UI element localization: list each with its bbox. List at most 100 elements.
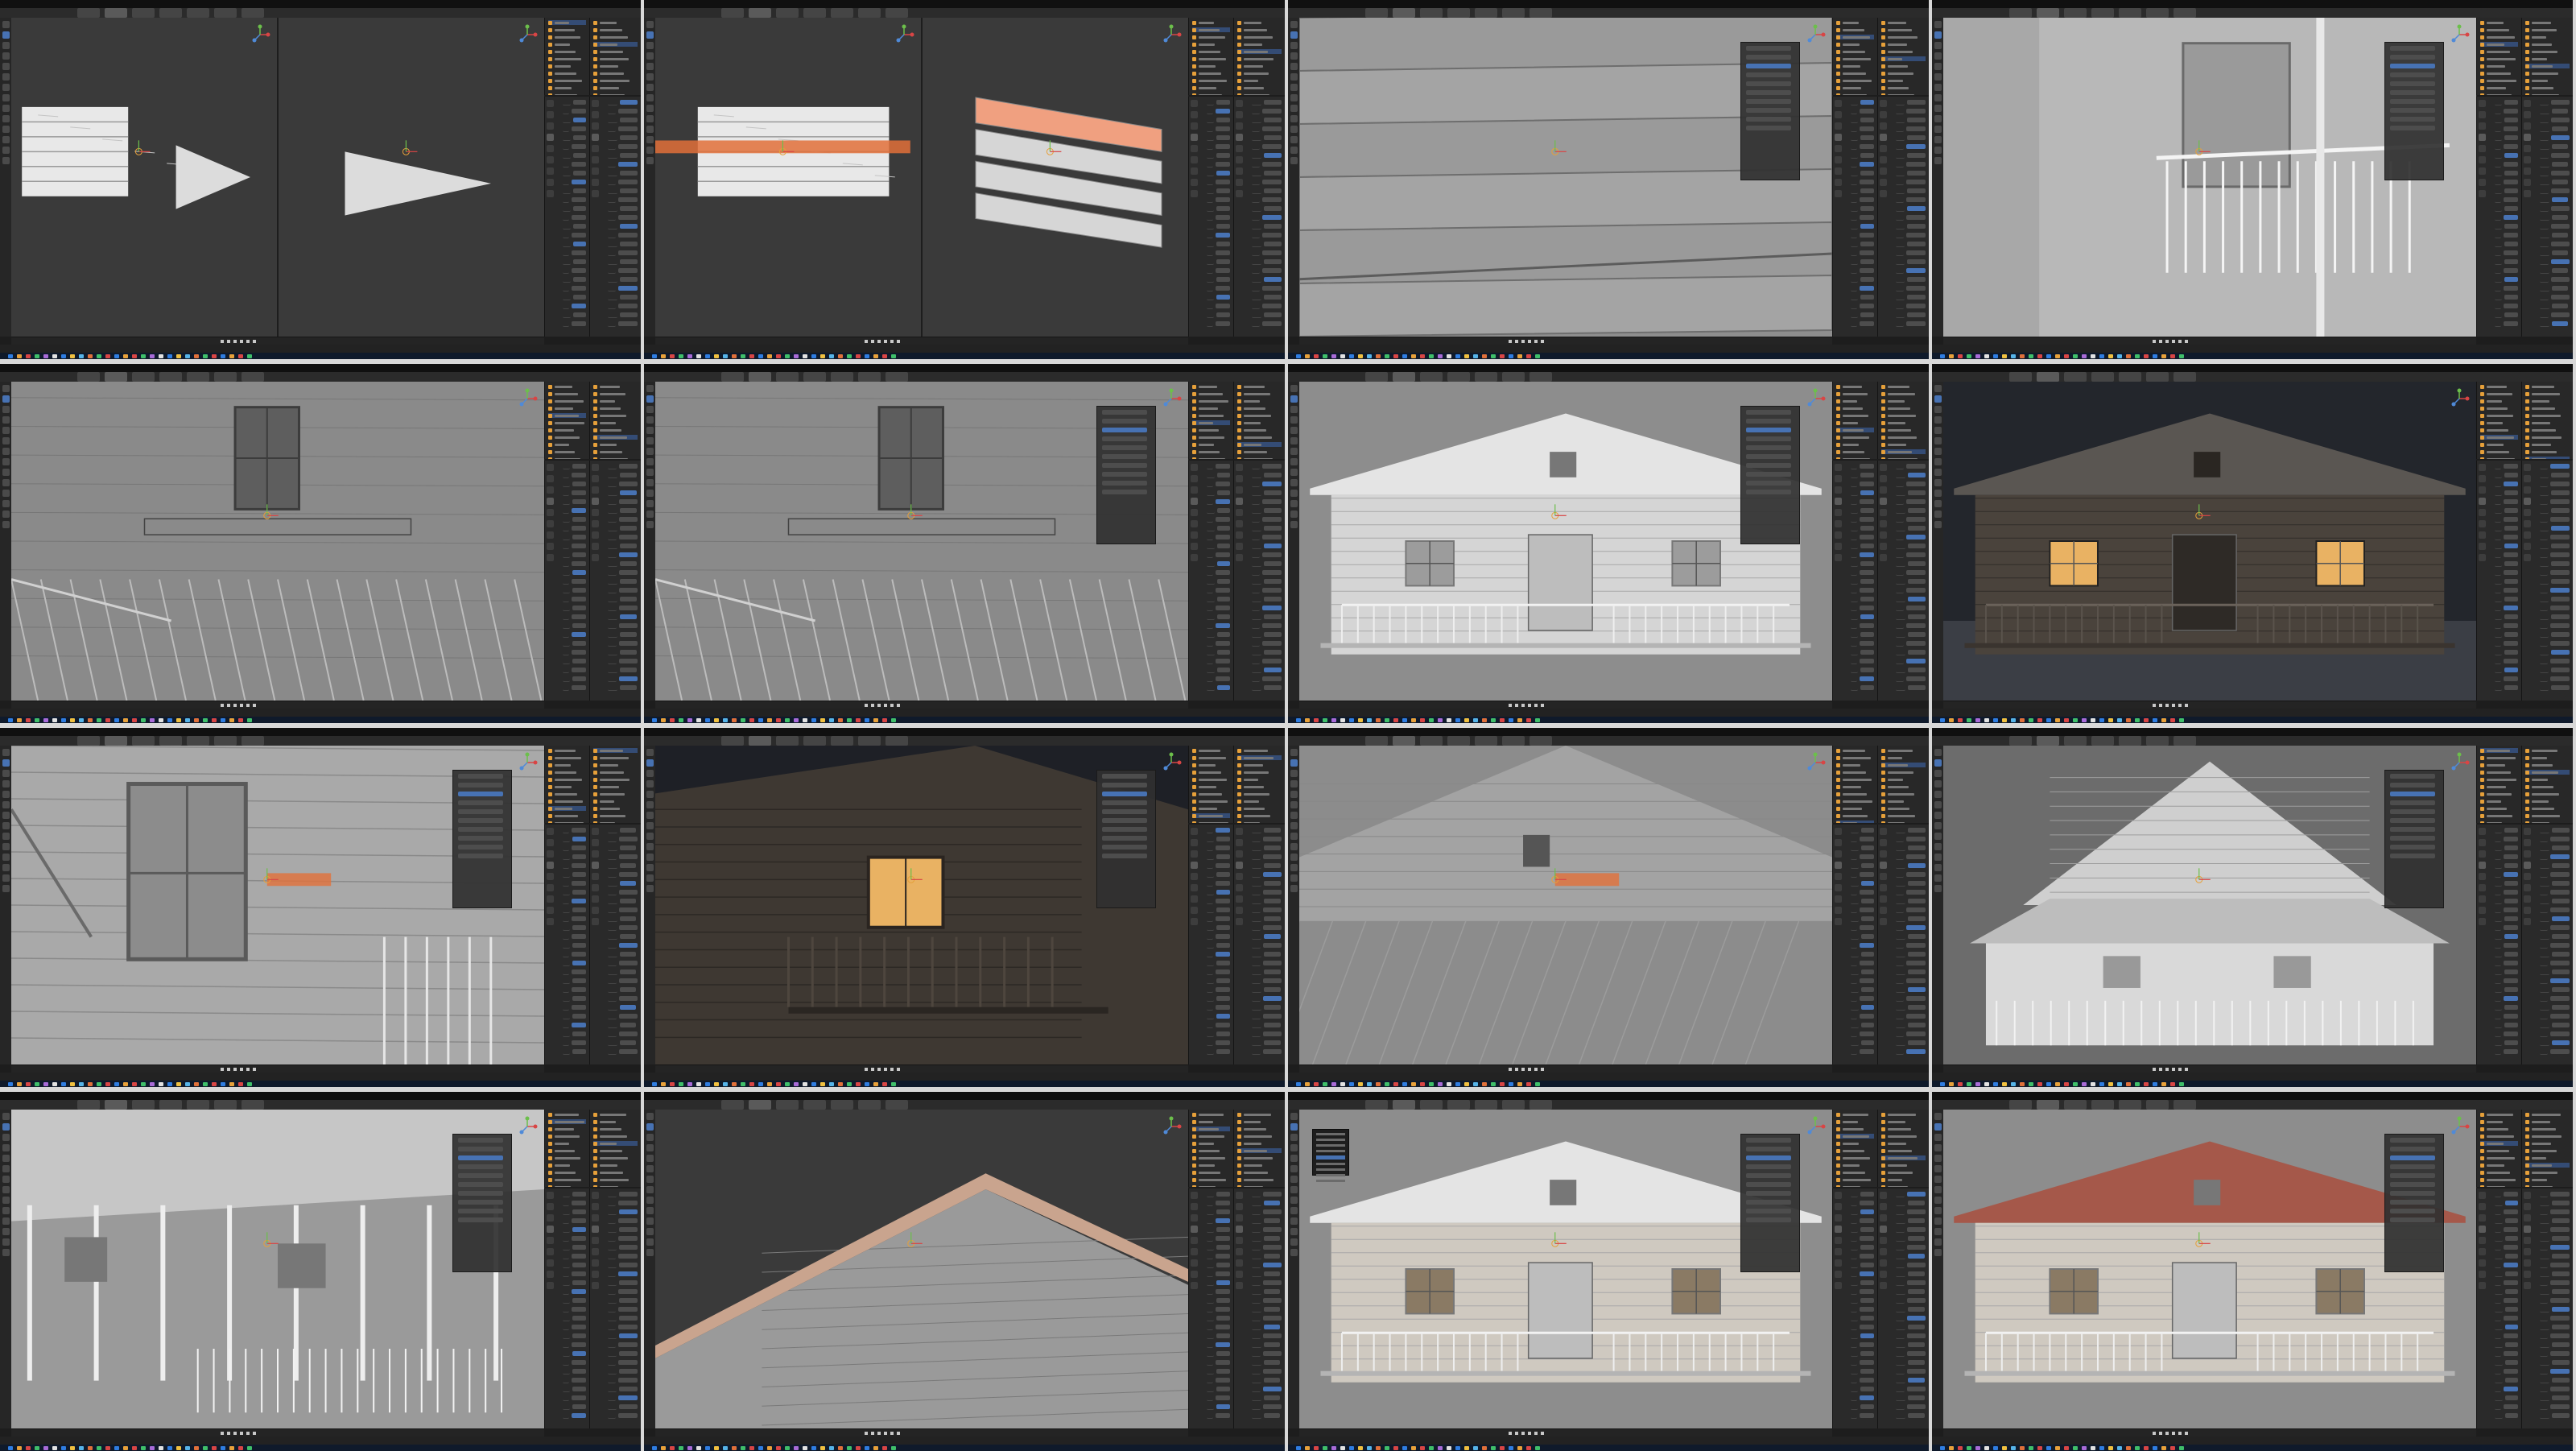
property-field[interactable] [2551,295,2570,300]
property-field[interactable] [619,606,638,610]
property-row[interactable] [608,224,638,229]
property-field[interactable] [620,118,638,122]
property-field[interactable] [2504,499,2518,504]
property-field[interactable] [2504,650,2518,655]
property-field[interactable] [1216,171,1230,176]
workspace-tab[interactable] [858,1100,881,1110]
outliner-row[interactable] [2525,806,2570,811]
playback-button[interactable] [871,1432,874,1435]
property-row[interactable] [1252,668,1282,673]
workspace-tab[interactable] [214,372,237,382]
property-field[interactable] [1264,206,1282,211]
property-row[interactable] [2540,676,2570,682]
tool-icon[interactable] [646,791,654,798]
outliner-row[interactable] [2480,49,2518,54]
property-field[interactable] [1908,561,1926,566]
tool-icon[interactable] [2,854,10,861]
outliner-row[interactable] [1237,792,1282,796]
property-field[interactable] [2504,561,2518,566]
property-row[interactable] [563,952,586,957]
outliner-row[interactable] [548,399,586,403]
property-row[interactable] [2495,606,2518,611]
property-row[interactable] [1252,242,1282,247]
taskbar-app-icon[interactable] [1429,1082,1434,1086]
transform-field[interactable] [1746,1209,1796,1214]
outliner-row[interactable] [1237,56,1282,61]
playback-button[interactable] [1509,704,1512,707]
property-field[interactable] [2551,224,2570,229]
property-field[interactable] [2552,215,2568,220]
property-row[interactable] [1207,863,1230,869]
property-row[interactable] [563,1263,586,1268]
taskbar-app-icon[interactable] [767,1082,772,1086]
properties-tab-icon[interactable] [1835,1226,1842,1233]
property-field[interactable] [618,1342,638,1347]
property-row[interactable] [608,1342,638,1348]
property-field[interactable] [1907,100,1926,105]
menu-item[interactable] [649,8,658,18]
taskbar-app-icon[interactable] [1455,1082,1460,1086]
property-field[interactable] [1216,215,1230,220]
outliner-row[interactable] [2525,64,2570,68]
outliner-row[interactable] [548,813,586,818]
property-field[interactable] [2504,890,2518,895]
property-row[interactable] [1896,499,1926,505]
property-field[interactable] [2504,668,2518,672]
tool-icon[interactable] [2,395,10,403]
property-field[interactable] [1907,1333,1926,1338]
outliner-row[interactable] [1836,748,1874,753]
property-row[interactable] [1896,171,1926,176]
workspace-tab[interactable] [776,372,799,382]
outliner-row[interactable] [1881,49,1926,54]
outliner-row[interactable] [593,27,638,32]
outliner-row[interactable] [2525,391,2570,396]
tool-icon[interactable] [1934,458,1942,465]
property-row[interactable] [563,1227,586,1233]
property-field[interactable] [1746,419,1791,424]
properties-tab-icon[interactable] [547,134,554,141]
taskbar-app-icon[interactable] [2153,1082,2157,1086]
property-row[interactable] [1851,925,1874,931]
tool-icon[interactable] [1934,385,1942,392]
properties-tab-icon[interactable] [547,145,554,152]
property-field[interactable] [1908,987,1926,992]
property-field[interactable] [1264,828,1281,833]
taskbar-app-icon[interactable] [97,354,101,358]
property-field[interactable] [1217,668,1230,672]
taskbar-app-icon[interactable] [2046,718,2051,722]
property-field[interactable] [1264,312,1282,317]
taskbar-app-icon[interactable] [1993,354,1998,358]
outliner-row[interactable] [1836,755,1874,760]
tool-icon[interactable] [646,1113,654,1120]
property-field[interactable] [620,171,638,176]
properties-tab-icon[interactable] [592,907,599,914]
taskbar-app-icon[interactable] [776,718,781,722]
properties-tab-icon[interactable] [547,498,554,505]
navigation-gizmo-icon[interactable] [894,24,914,45]
transform-field[interactable] [2390,774,2440,779]
tool-icon[interactable] [646,1217,654,1225]
property-row[interactable] [2495,676,2518,682]
property-field[interactable] [1263,890,1282,895]
transform-field[interactable] [1746,1217,1796,1223]
property-field[interactable] [2550,606,2570,610]
taskbar-app-icon[interactable] [2144,718,2149,722]
properties-tab-icon[interactable] [1880,190,1887,197]
taskbar-app-icon[interactable] [803,1082,807,1086]
taskbar-app-icon[interactable] [873,718,878,722]
property-field[interactable] [1216,588,1230,593]
outliner-panel[interactable] [589,746,641,823]
property-field[interactable] [1906,197,1926,202]
property-row[interactable] [1252,916,1282,922]
properties-tab-icon[interactable] [1880,1282,1887,1289]
property-row[interactable] [1207,881,1230,887]
properties-tab-icon[interactable] [1236,1237,1243,1244]
property-field[interactable] [2551,508,2570,513]
property-field[interactable] [1216,854,1230,859]
properties-editor[interactable] [1188,825,1233,1064]
property-row[interactable] [2540,100,2570,105]
workspace-tab[interactable] [1447,8,1470,18]
tool-icon[interactable] [1290,770,1298,777]
menu-item[interactable] [692,736,702,746]
taskbar-app-icon[interactable] [1975,354,1980,358]
